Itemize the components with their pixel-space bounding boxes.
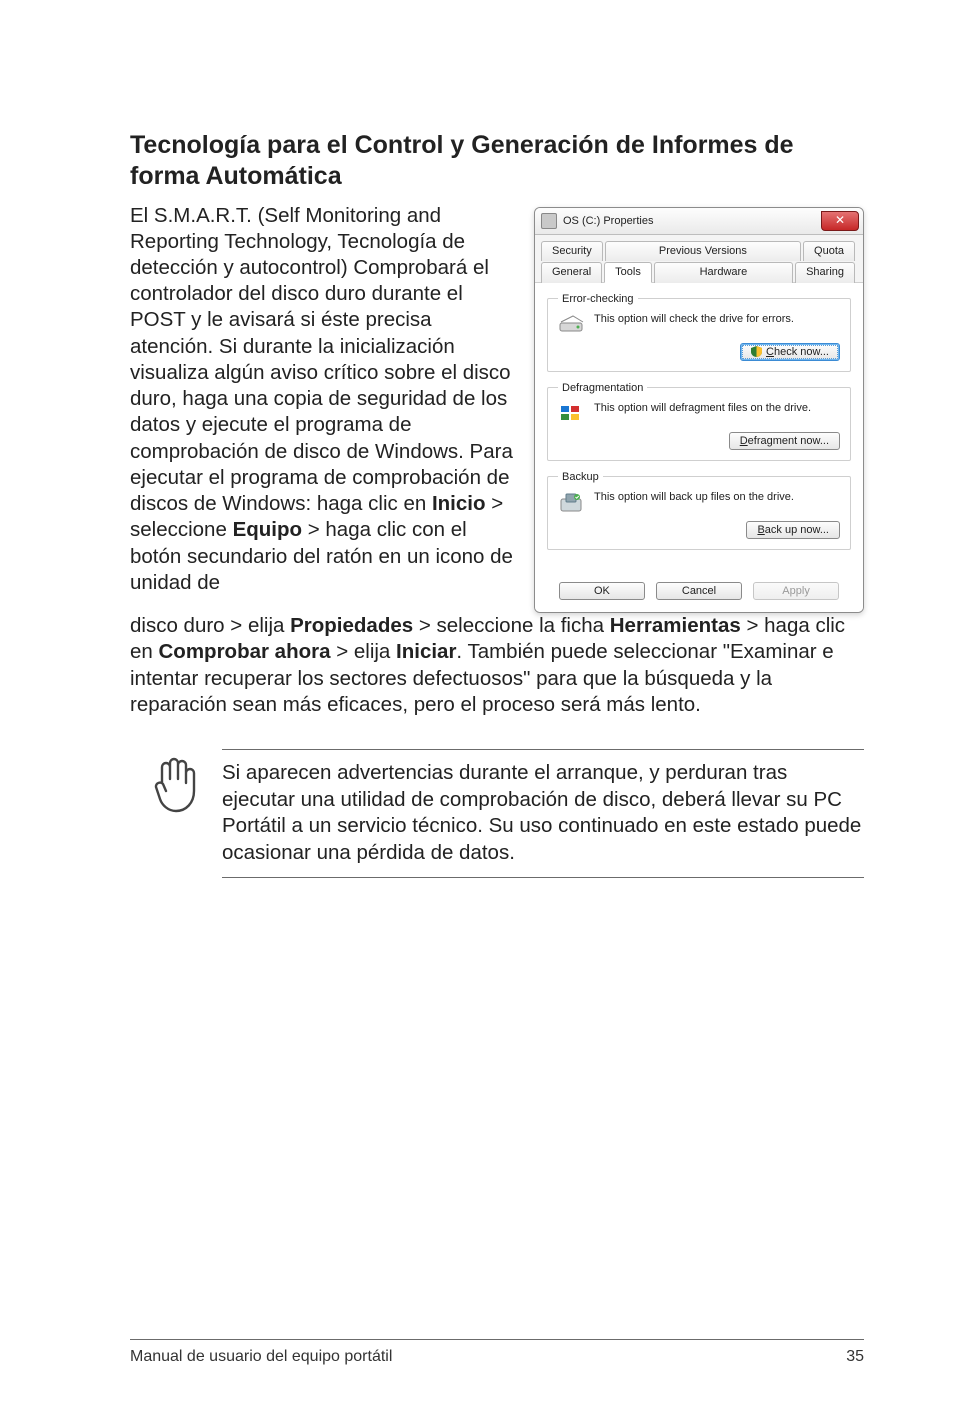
legend-backup: Backup <box>558 471 603 483</box>
kw-inicio: Inicio <box>432 492 486 515</box>
desc-backup: This option will back up files on the dr… <box>594 491 794 504</box>
body-text-column: El S.M.A.R.T. (Self Monitoring and Repor… <box>130 203 516 613</box>
section-heading: Tecnología para el Control y Generación … <box>130 130 864 193</box>
page-footer: Manual de usuario del equipo portátil 35 <box>130 1339 864 1366</box>
tab-general[interactable]: General <box>541 262 602 283</box>
kw-equipo: Equipo <box>233 518 302 541</box>
tab-sharing[interactable]: Sharing <box>795 262 855 283</box>
group-error-checking: Error-checking This option will check th… <box>547 293 851 372</box>
ok-button[interactable]: OK <box>559 582 645 600</box>
backup-now-button[interactable]: Back up now... <box>746 521 840 539</box>
backup-label: ack up now... <box>765 524 829 536</box>
shield-icon <box>751 346 762 357</box>
dialog-button-row: OK Cancel Apply <box>535 572 863 612</box>
legend-error-checking: Error-checking <box>558 293 638 305</box>
hand-icon <box>148 749 200 818</box>
backup-mnemonic: B <box>757 524 764 536</box>
note-box: Si aparecen advertencias durante el arra… <box>130 749 864 878</box>
note-text: Si aparecen advertencias durante el arra… <box>222 749 864 878</box>
check-now-button[interactable]: Check now... <box>740 343 840 361</box>
legend-defragmentation: Defragmentation <box>558 382 647 394</box>
p2a: disco duro > elija <box>130 614 290 637</box>
desc-error-checking: This option will check the drive for err… <box>594 313 794 326</box>
tab-strip: Security Previous Versions Quota General… <box>535 235 863 283</box>
close-icon: ✕ <box>835 213 845 227</box>
backup-icon <box>558 491 586 515</box>
dialog-title: OS (C:) Properties <box>563 215 653 227</box>
close-button[interactable]: ✕ <box>821 211 859 231</box>
tab-previous-versions[interactable]: Previous Versions <box>605 241 801 261</box>
group-defragmentation: Defragmentation This option will defragm… <box>547 382 851 461</box>
dialog-titlebar[interactable]: OS (C:) Properties ✕ <box>535 208 863 235</box>
defragment-label: efragment now... <box>748 435 829 447</box>
defragment-now-button[interactable]: Defragment now... <box>729 432 840 450</box>
check-now-mnemonic: C <box>766 346 774 358</box>
kw-herramientas: Herramientas <box>610 614 741 637</box>
p2d: > elija <box>331 640 397 663</box>
check-now-label: heck now... <box>774 346 829 358</box>
defrag-icon <box>558 402 586 426</box>
kw-propiedades: Propiedades <box>290 614 413 637</box>
body-text-lower: disco duro > elija Propiedades > selecci… <box>130 613 864 720</box>
p2b: > seleccione la ficha <box>413 614 610 637</box>
drive-check-icon <box>558 313 586 337</box>
drive-icon <box>541 213 557 229</box>
tab-security[interactable]: Security <box>541 241 603 261</box>
footer-page-number: 35 <box>846 1348 864 1366</box>
apply-button[interactable]: Apply <box>753 582 839 600</box>
properties-dialog: OS (C:) Properties ✕ Security Previous V… <box>534 207 864 613</box>
cancel-button[interactable]: Cancel <box>656 582 742 600</box>
footer-left: Manual de usuario del equipo portátil <box>130 1348 392 1366</box>
tab-hardware[interactable]: Hardware <box>654 262 793 283</box>
group-backup: Backup This option will back up files on… <box>547 471 851 550</box>
desc-defragmentation: This option will defragment files on the… <box>594 402 811 415</box>
tab-quota[interactable]: Quota <box>803 241 855 261</box>
defragment-mnemonic: D <box>740 435 748 447</box>
kw-iniciar: Iniciar <box>396 640 456 663</box>
kw-comprobar: Comprobar ahora <box>159 640 331 663</box>
body-p1: El S.M.A.R.T. (Self Monitoring and Repor… <box>130 204 513 516</box>
tab-tools[interactable]: Tools <box>604 262 652 283</box>
